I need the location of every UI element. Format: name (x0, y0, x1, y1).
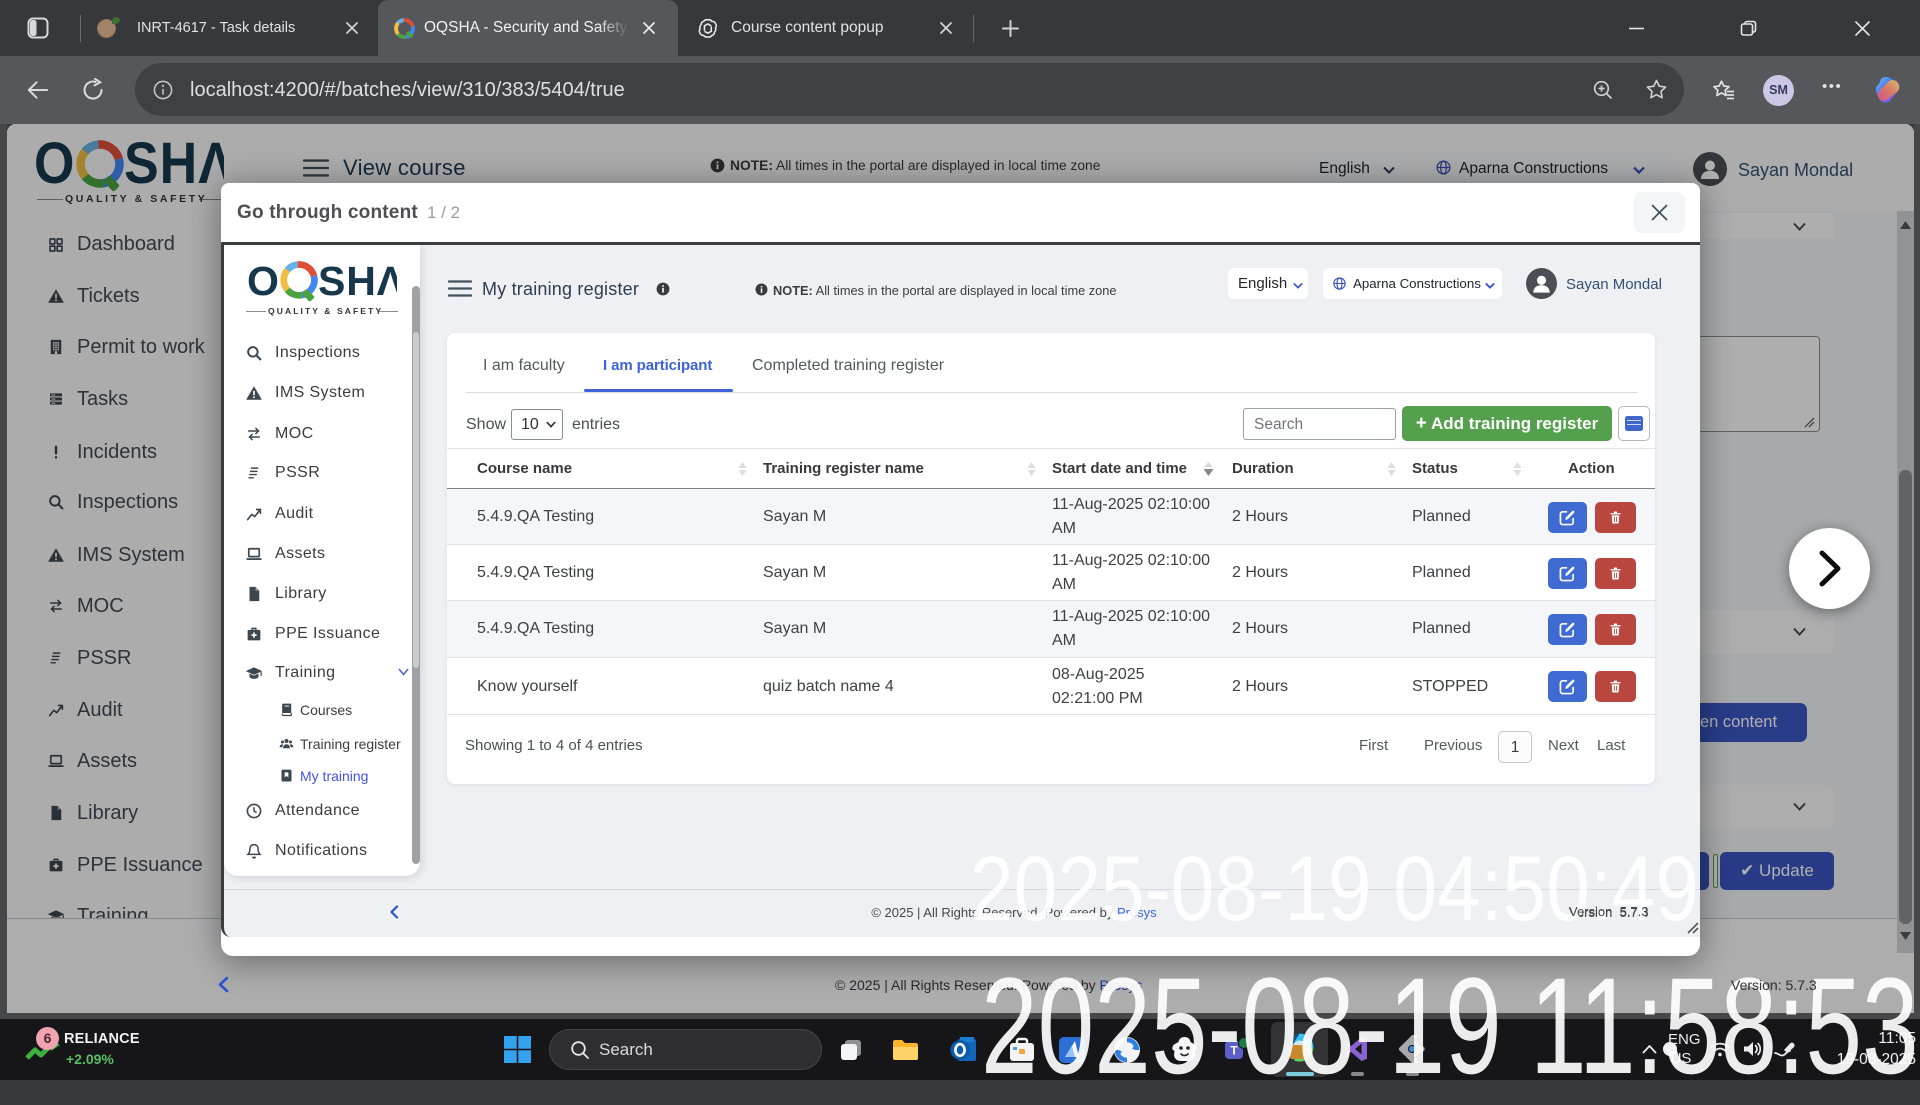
svg-text:SHΛ: SHΛ (318, 257, 397, 303)
svg-text:O: O (247, 257, 280, 303)
